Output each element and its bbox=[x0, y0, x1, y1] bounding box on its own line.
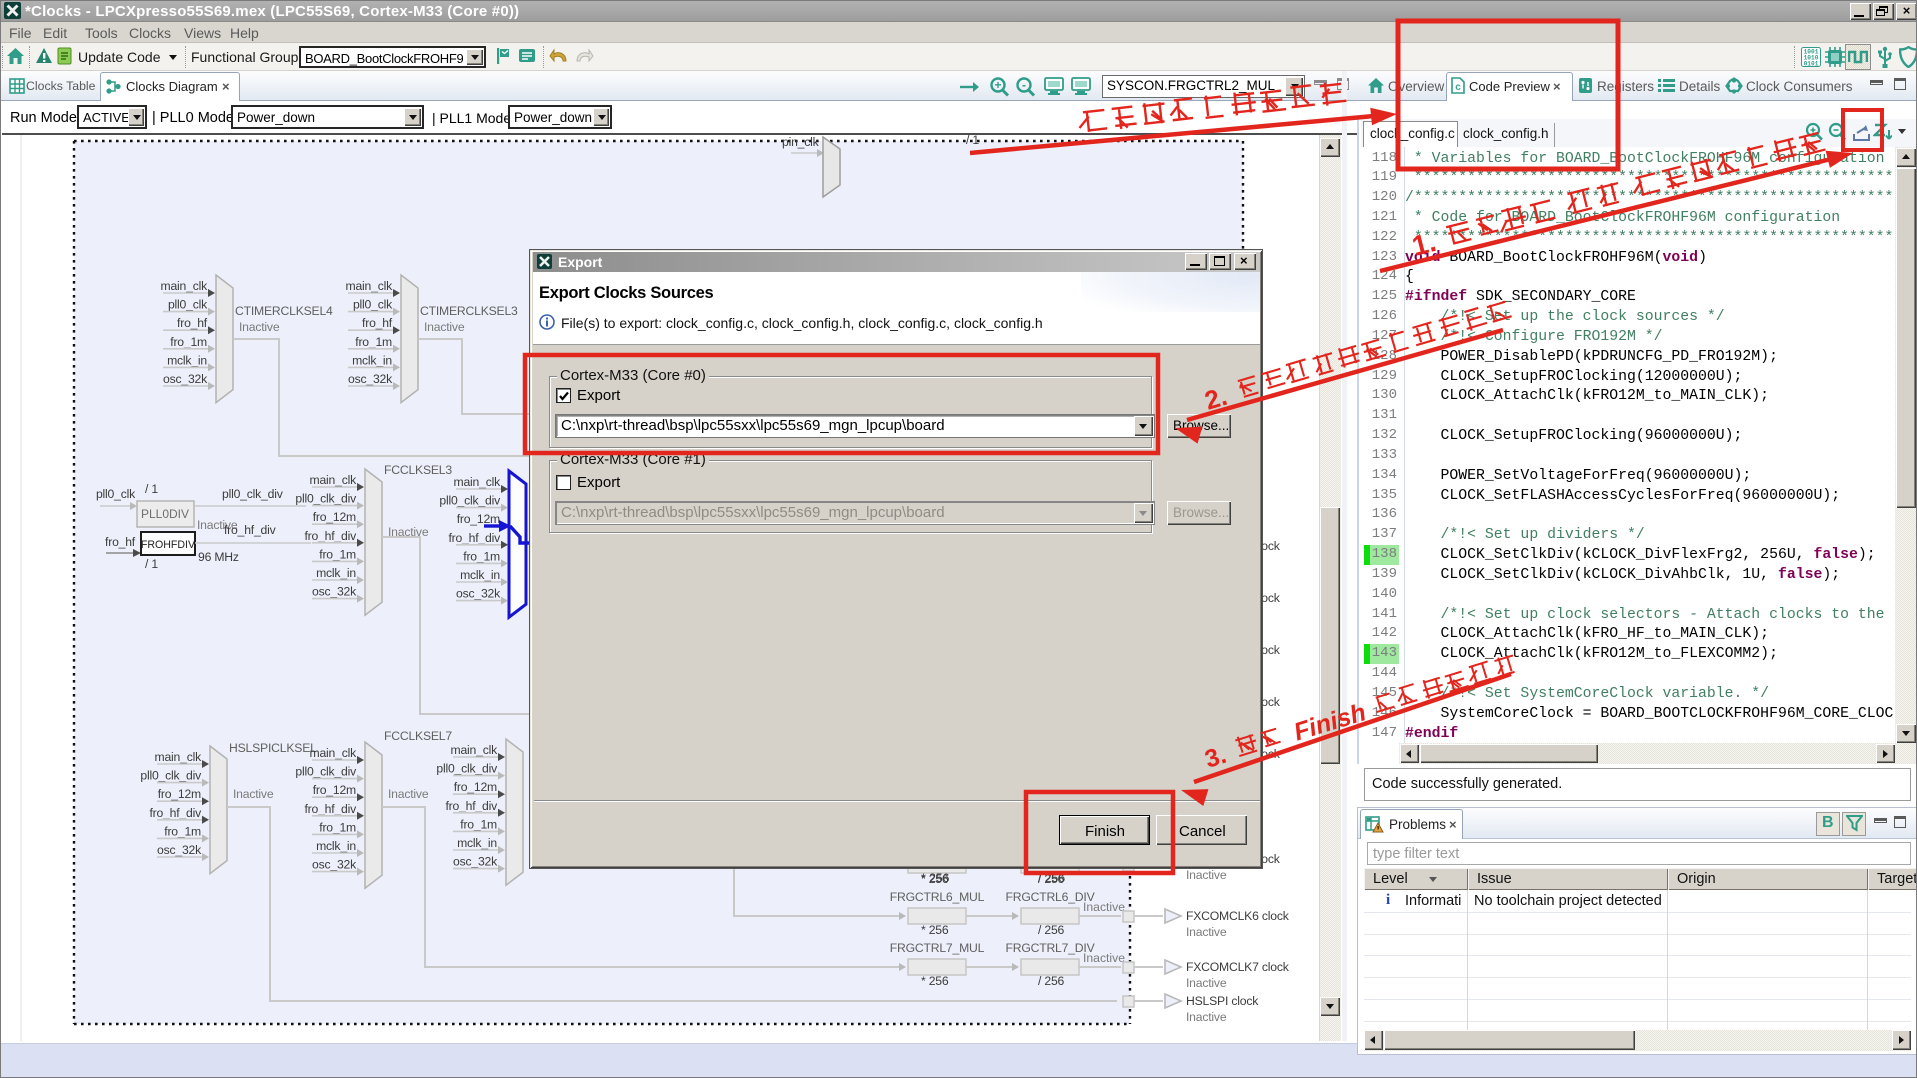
svg-text:Inactive: Inactive bbox=[239, 320, 280, 334]
svg-text:main_clk: main_clk bbox=[310, 746, 358, 760]
svg-text:Inactive: Inactive bbox=[1186, 976, 1227, 990]
svg-text:/ 1: / 1 bbox=[145, 482, 158, 496]
svg-text:main_clk: main_clk bbox=[310, 473, 358, 487]
svg-text:fro_12m: fro_12m bbox=[313, 510, 356, 524]
svg-text:pll0_clk_div: pll0_clk_div bbox=[295, 492, 357, 506]
svg-text:0101: 0101 bbox=[1804, 61, 1819, 67]
svg-text:main_clk: main_clk bbox=[346, 279, 394, 293]
svg-text:-: - bbox=[1022, 78, 1026, 92]
svg-text:osc_32k: osc_32k bbox=[163, 372, 208, 386]
svg-text:pll0_clk: pll0_clk bbox=[168, 298, 208, 312]
svg-text:Inactive: Inactive bbox=[1186, 868, 1227, 882]
svg-text:mclk_in: mclk_in bbox=[352, 353, 392, 367]
svg-text:Inactive: Inactive bbox=[1083, 900, 1125, 914]
svg-text:fro_12m: fro_12m bbox=[457, 512, 500, 526]
svg-text:+: + bbox=[994, 78, 1001, 92]
svg-text:FRGCTRL6_MUL: FRGCTRL6_MUL bbox=[890, 890, 985, 904]
svg-text:osc_32k: osc_32k bbox=[453, 855, 498, 869]
svg-text:* 256: * 256 bbox=[921, 923, 949, 937]
svg-text:main_clk: main_clk bbox=[454, 475, 502, 489]
svg-text:fro_12m: fro_12m bbox=[454, 780, 497, 794]
svg-text:osc_32k: osc_32k bbox=[312, 858, 357, 872]
svg-text:FROHFDIV: FROHFDIV bbox=[141, 539, 196, 551]
svg-text:Inactive: Inactive bbox=[1083, 951, 1125, 965]
svg-text:/ 1: / 1 bbox=[145, 557, 158, 571]
svg-text:osc_32k: osc_32k bbox=[456, 587, 501, 601]
svg-text:CTIMERCLKSEL4: CTIMERCLKSEL4 bbox=[235, 304, 333, 318]
svg-text:Inactive: Inactive bbox=[233, 787, 274, 801]
svg-text:mclk_in: mclk_in bbox=[316, 839, 356, 853]
svg-text:fro_hf_div: fro_hf_div bbox=[304, 802, 357, 816]
svg-text:osc_32k: osc_32k bbox=[157, 843, 202, 857]
svg-text:fro_1m: fro_1m bbox=[319, 820, 356, 834]
svg-text:FXCOMCLK7 clock: FXCOMCLK7 clock bbox=[1186, 960, 1290, 974]
svg-text:pll0_clk_div: pll0_clk_div bbox=[295, 765, 357, 779]
svg-text:main_clk: main_clk bbox=[155, 750, 203, 764]
svg-text:PLL0DIV: PLL0DIV bbox=[141, 507, 189, 521]
svg-text:/ 256: / 256 bbox=[1038, 974, 1065, 988]
svg-text:fro_hf: fro_hf bbox=[362, 316, 393, 330]
svg-text:osc_32k: osc_32k bbox=[348, 372, 393, 386]
svg-text:fro_1m: fro_1m bbox=[463, 549, 500, 563]
svg-text:fro_1m: fro_1m bbox=[460, 817, 497, 831]
svg-text:fro_1m: fro_1m bbox=[170, 335, 207, 349]
svg-text:pll0_clk_div: pll0_clk_div bbox=[140, 769, 202, 783]
svg-text:HSLSPICLKSEL: HSLSPICLKSEL bbox=[229, 741, 317, 755]
svg-text:pin_clk: pin_clk bbox=[782, 135, 820, 149]
svg-text:FXCOMCLK6 clock: FXCOMCLK6 clock bbox=[1186, 909, 1290, 923]
svg-text:96 MHz: 96 MHz bbox=[198, 550, 239, 564]
svg-text:FCCLKSEL3: FCCLKSEL3 bbox=[384, 463, 452, 477]
svg-text:fro_12m: fro_12m bbox=[313, 783, 356, 797]
svg-text:fro_hf_div: fro_hf_div bbox=[448, 531, 501, 545]
svg-text:pll0_clk: pll0_clk bbox=[353, 298, 393, 312]
svg-text:fro_hf_div: fro_hf_div bbox=[149, 806, 202, 820]
svg-text:pll0_clk_div: pll0_clk_div bbox=[439, 494, 501, 508]
svg-text:* 256: * 256 bbox=[921, 974, 949, 988]
svg-text:fro_hf_div: fro_hf_div bbox=[224, 523, 277, 537]
svg-text:Inactive: Inactive bbox=[1186, 925, 1227, 939]
svg-text:fro_hf_div: fro_hf_div bbox=[304, 529, 357, 543]
svg-text:pll0_clk: pll0_clk bbox=[96, 487, 136, 501]
svg-text:FCCLKSEL7: FCCLKSEL7 bbox=[384, 729, 452, 743]
svg-text:HSLSPI clock: HSLSPI clock bbox=[1186, 994, 1259, 1008]
svg-text:mclk_in: mclk_in bbox=[316, 566, 356, 580]
svg-text:fro_12m: fro_12m bbox=[158, 787, 201, 801]
svg-text:mclk_in: mclk_in bbox=[167, 353, 207, 367]
svg-text:fro_1m: fro_1m bbox=[355, 335, 392, 349]
svg-text:c: c bbox=[1455, 82, 1461, 93]
svg-text:Inactive: Inactive bbox=[388, 787, 429, 801]
svg-text:fro_1m: fro_1m bbox=[319, 547, 356, 561]
svg-text:/ 256: / 256 bbox=[1038, 923, 1065, 937]
svg-text:mclk_in: mclk_in bbox=[457, 836, 497, 850]
svg-text:CTIMERCLKSEL3: CTIMERCLKSEL3 bbox=[420, 304, 518, 318]
svg-text:fro_hf: fro_hf bbox=[177, 316, 208, 330]
svg-text:Inactive: Inactive bbox=[1186, 1010, 1227, 1024]
svg-text:fro_hf: fro_hf bbox=[105, 535, 136, 549]
svg-text:* 256: * 256 bbox=[921, 871, 950, 885]
svg-text:pll0_clk_div: pll0_clk_div bbox=[436, 762, 498, 776]
svg-text:main_clk: main_clk bbox=[451, 743, 499, 757]
svg-text:main_clk: main_clk bbox=[161, 279, 209, 293]
svg-text:/ 1: / 1 bbox=[966, 135, 979, 147]
svg-text:Inactive: Inactive bbox=[424, 320, 465, 334]
svg-text:mclk_in: mclk_in bbox=[460, 568, 500, 582]
svg-text:pll0_clk_div: pll0_clk_div bbox=[222, 487, 284, 501]
svg-text:/ 256: / 256 bbox=[1038, 871, 1065, 885]
svg-text:FRGCTRL7_MUL: FRGCTRL7_MUL bbox=[890, 941, 985, 955]
svg-text:osc_32k: osc_32k bbox=[312, 585, 357, 599]
svg-text:fro_hf_div: fro_hf_div bbox=[445, 799, 498, 813]
svg-text:fro_1m: fro_1m bbox=[164, 824, 201, 838]
